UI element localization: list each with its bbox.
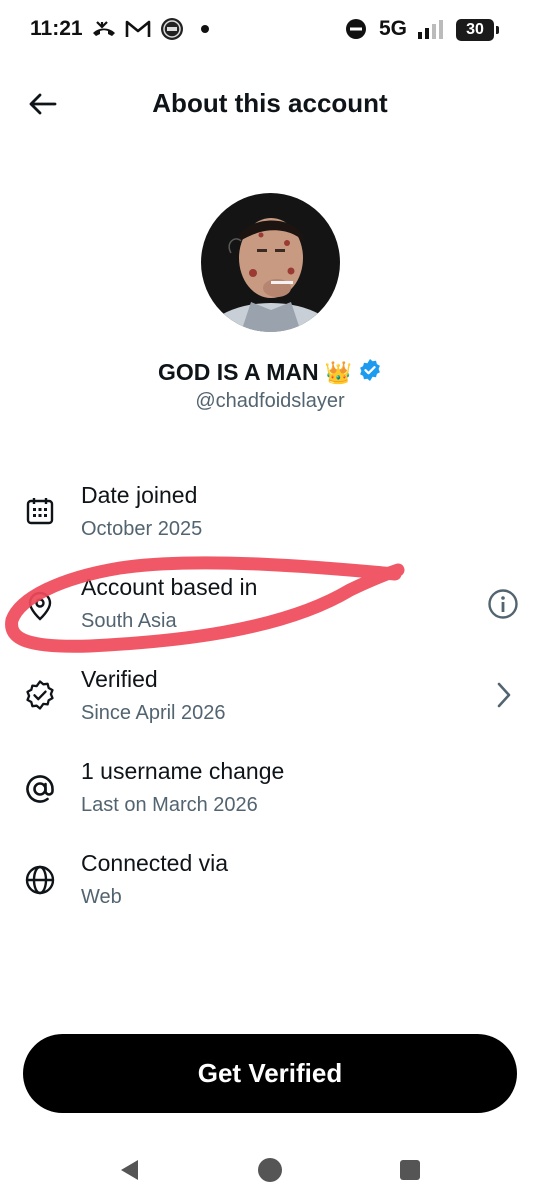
at-sign-icon: [22, 771, 58, 807]
page-title: About this account: [152, 88, 388, 118]
globe-icon: [22, 862, 58, 898]
row-value: October 2025: [81, 518, 203, 540]
row-date-joined: Date joined October 2025: [0, 482, 540, 562]
verified-outline-icon: [22, 677, 58, 713]
dot-icon: [198, 16, 212, 42]
system-nav-bar: [0, 1140, 540, 1199]
get-verified-button[interactable]: Get Verified: [23, 1034, 517, 1113]
location-pin-icon: [22, 588, 58, 624]
row-label: 1 username change: [81, 758, 285, 784]
calendar-icon: [22, 493, 58, 529]
handle: @chadfoidslayer: [195, 390, 345, 412]
row-verified[interactable]: Verified Since April 2026: [0, 666, 540, 746]
row-connected-via: Connected via Web: [0, 850, 540, 930]
verified-badge-icon[interactable]: [358, 358, 382, 387]
chevron-right-icon[interactable]: [486, 678, 520, 712]
row-label: Account based in: [81, 574, 258, 600]
network-type: 5G: [379, 17, 408, 40]
row-label: Date joined: [81, 482, 198, 508]
signal-icon: [416, 16, 448, 42]
row-account-based-in: Account based in South Asia: [0, 574, 540, 654]
gmail-icon: [124, 16, 152, 42]
app-notification-icon: [159, 16, 185, 42]
battery-indicator: 30: [456, 19, 499, 41]
status-bar: 11:21 5G 30: [0, 0, 540, 60]
nav-recents-icon[interactable]: [390, 1150, 430, 1190]
row-label: Connected via: [81, 850, 229, 876]
nav-home-icon[interactable]: [250, 1150, 290, 1190]
do-not-disturb-icon: [344, 16, 368, 42]
nav-back-icon[interactable]: [110, 1150, 150, 1190]
row-username-change: 1 username change Last on March 2026: [0, 758, 540, 838]
row-label: Verified: [81, 666, 158, 692]
status-time: 11:21: [30, 17, 83, 40]
row-value: Web: [81, 886, 122, 908]
row-value: Since April 2026: [81, 702, 226, 724]
avatar[interactable]: [201, 193, 340, 332]
info-icon[interactable]: [486, 587, 520, 621]
display-name: GOD IS A MAN: [158, 359, 319, 385]
row-value: Last on March 2026: [81, 794, 258, 816]
display-name-row: GOD IS A MAN 👑: [0, 358, 540, 387]
missed-call-icon: [90, 16, 118, 42]
row-value: South Asia: [81, 610, 177, 632]
crown-emoji: 👑: [324, 359, 352, 385]
